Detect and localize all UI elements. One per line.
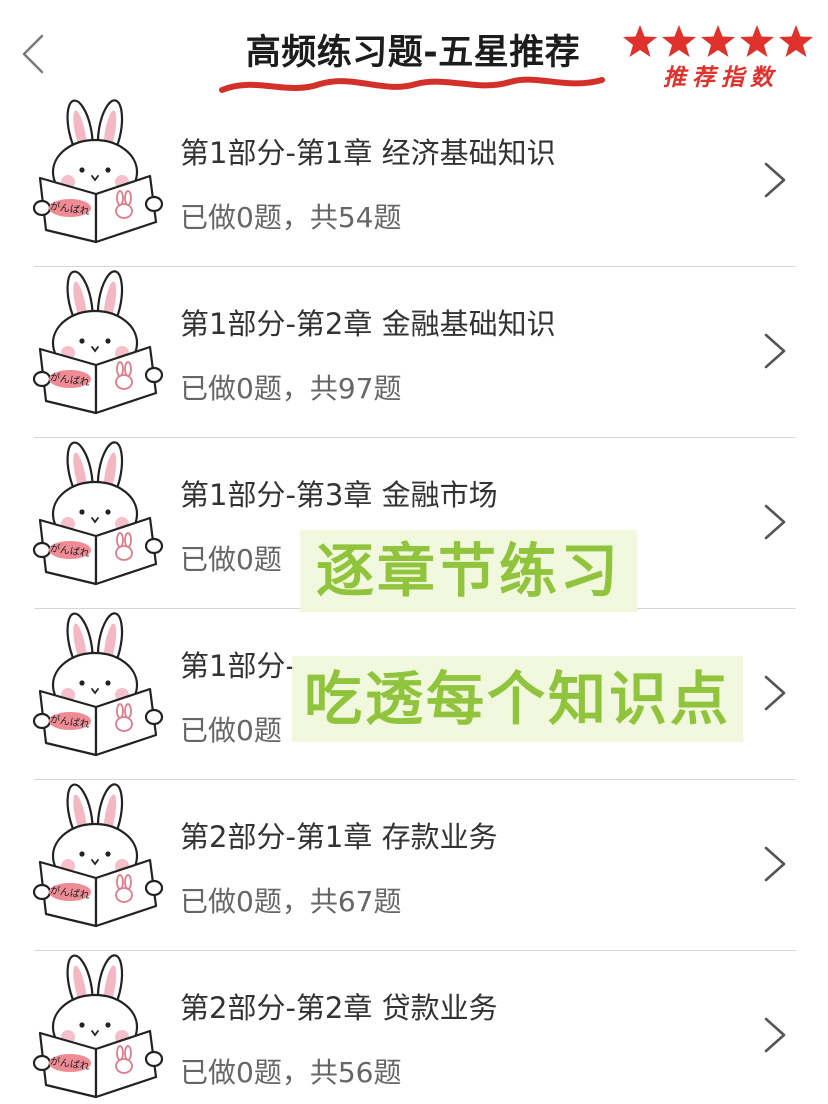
- back-button[interactable]: [14, 30, 54, 78]
- chapter-title: 第1部分-第3章 金融市场: [180, 478, 498, 512]
- chapter-progress: 已做0题: [180, 714, 282, 747]
- chapter-row[interactable]: がんばれ 第1部分-第2章 金融基础知识 已做0题，共97题: [0, 267, 828, 438]
- chapter-progress: 已做0题，共56题: [180, 1056, 402, 1089]
- bunny-reading-icon: がんばれ: [32, 612, 164, 757]
- chapter-title: 第2部分-第2章 贷款业务: [180, 991, 498, 1025]
- chevron-right-icon: [764, 846, 786, 882]
- chevron-right-icon: [764, 333, 786, 369]
- promo-text-line2: 吃透每个知识点: [292, 656, 744, 742]
- star-icon: [701, 25, 735, 57]
- star-icon: [779, 25, 813, 57]
- star-icon: [623, 25, 657, 57]
- chapter-progress: 已做0题，共67题: [180, 885, 402, 918]
- chevron-right-icon: [764, 504, 786, 540]
- chevron-left-icon: [22, 34, 44, 74]
- chapter-progress: 已做0题，共54题: [180, 201, 402, 234]
- promo-text-line1: 逐章节练习: [300, 530, 638, 612]
- bunny-reading-icon: がんばれ: [32, 99, 164, 244]
- bunny-reading-icon: がんばれ: [32, 954, 164, 1099]
- chevron-right-icon: [764, 1017, 786, 1053]
- star-icon: [740, 25, 774, 57]
- chapter-row[interactable]: がんばれ 第1部分-第1章 经济基础知识 已做0题，共54题: [0, 96, 828, 267]
- page: 高频练习题-五星推荐 推荐指数 がんばれ 第1部分-第1章 经济基础知识 已做0…: [0, 0, 828, 1104]
- chapter-title: 第1部分-: [180, 649, 296, 683]
- header: 高频练习题-五星推荐 推荐指数: [0, 0, 828, 100]
- chapter-title: 第2部分-第1章 存款业务: [180, 820, 498, 854]
- rating-label: 推荐指数: [663, 65, 779, 91]
- rating-stars: [623, 25, 813, 57]
- chapter-progress: 已做0题: [180, 543, 282, 576]
- bunny-reading-icon: がんばれ: [32, 783, 164, 928]
- chapter-progress: 已做0题，共97题: [180, 372, 402, 405]
- star-icon: [662, 25, 696, 57]
- page-title: 高频练习题-五星推荐: [245, 33, 581, 73]
- chapter-row[interactable]: がんばれ 第2部分-第1章 存款业务 已做0题，共67题: [0, 780, 828, 951]
- chapter-title: 第1部分-第2章 金融基础知识: [180, 307, 556, 341]
- chapter-row[interactable]: がんばれ 第2部分-第2章 贷款业务 已做0题，共56题: [0, 951, 828, 1104]
- bunny-reading-icon: がんばれ: [32, 441, 164, 586]
- bunny-reading-icon: がんばれ: [32, 270, 164, 415]
- chapter-title: 第1部分-第1章 经济基础知识: [180, 136, 556, 170]
- chevron-right-icon: [764, 675, 786, 711]
- chevron-right-icon: [764, 162, 786, 198]
